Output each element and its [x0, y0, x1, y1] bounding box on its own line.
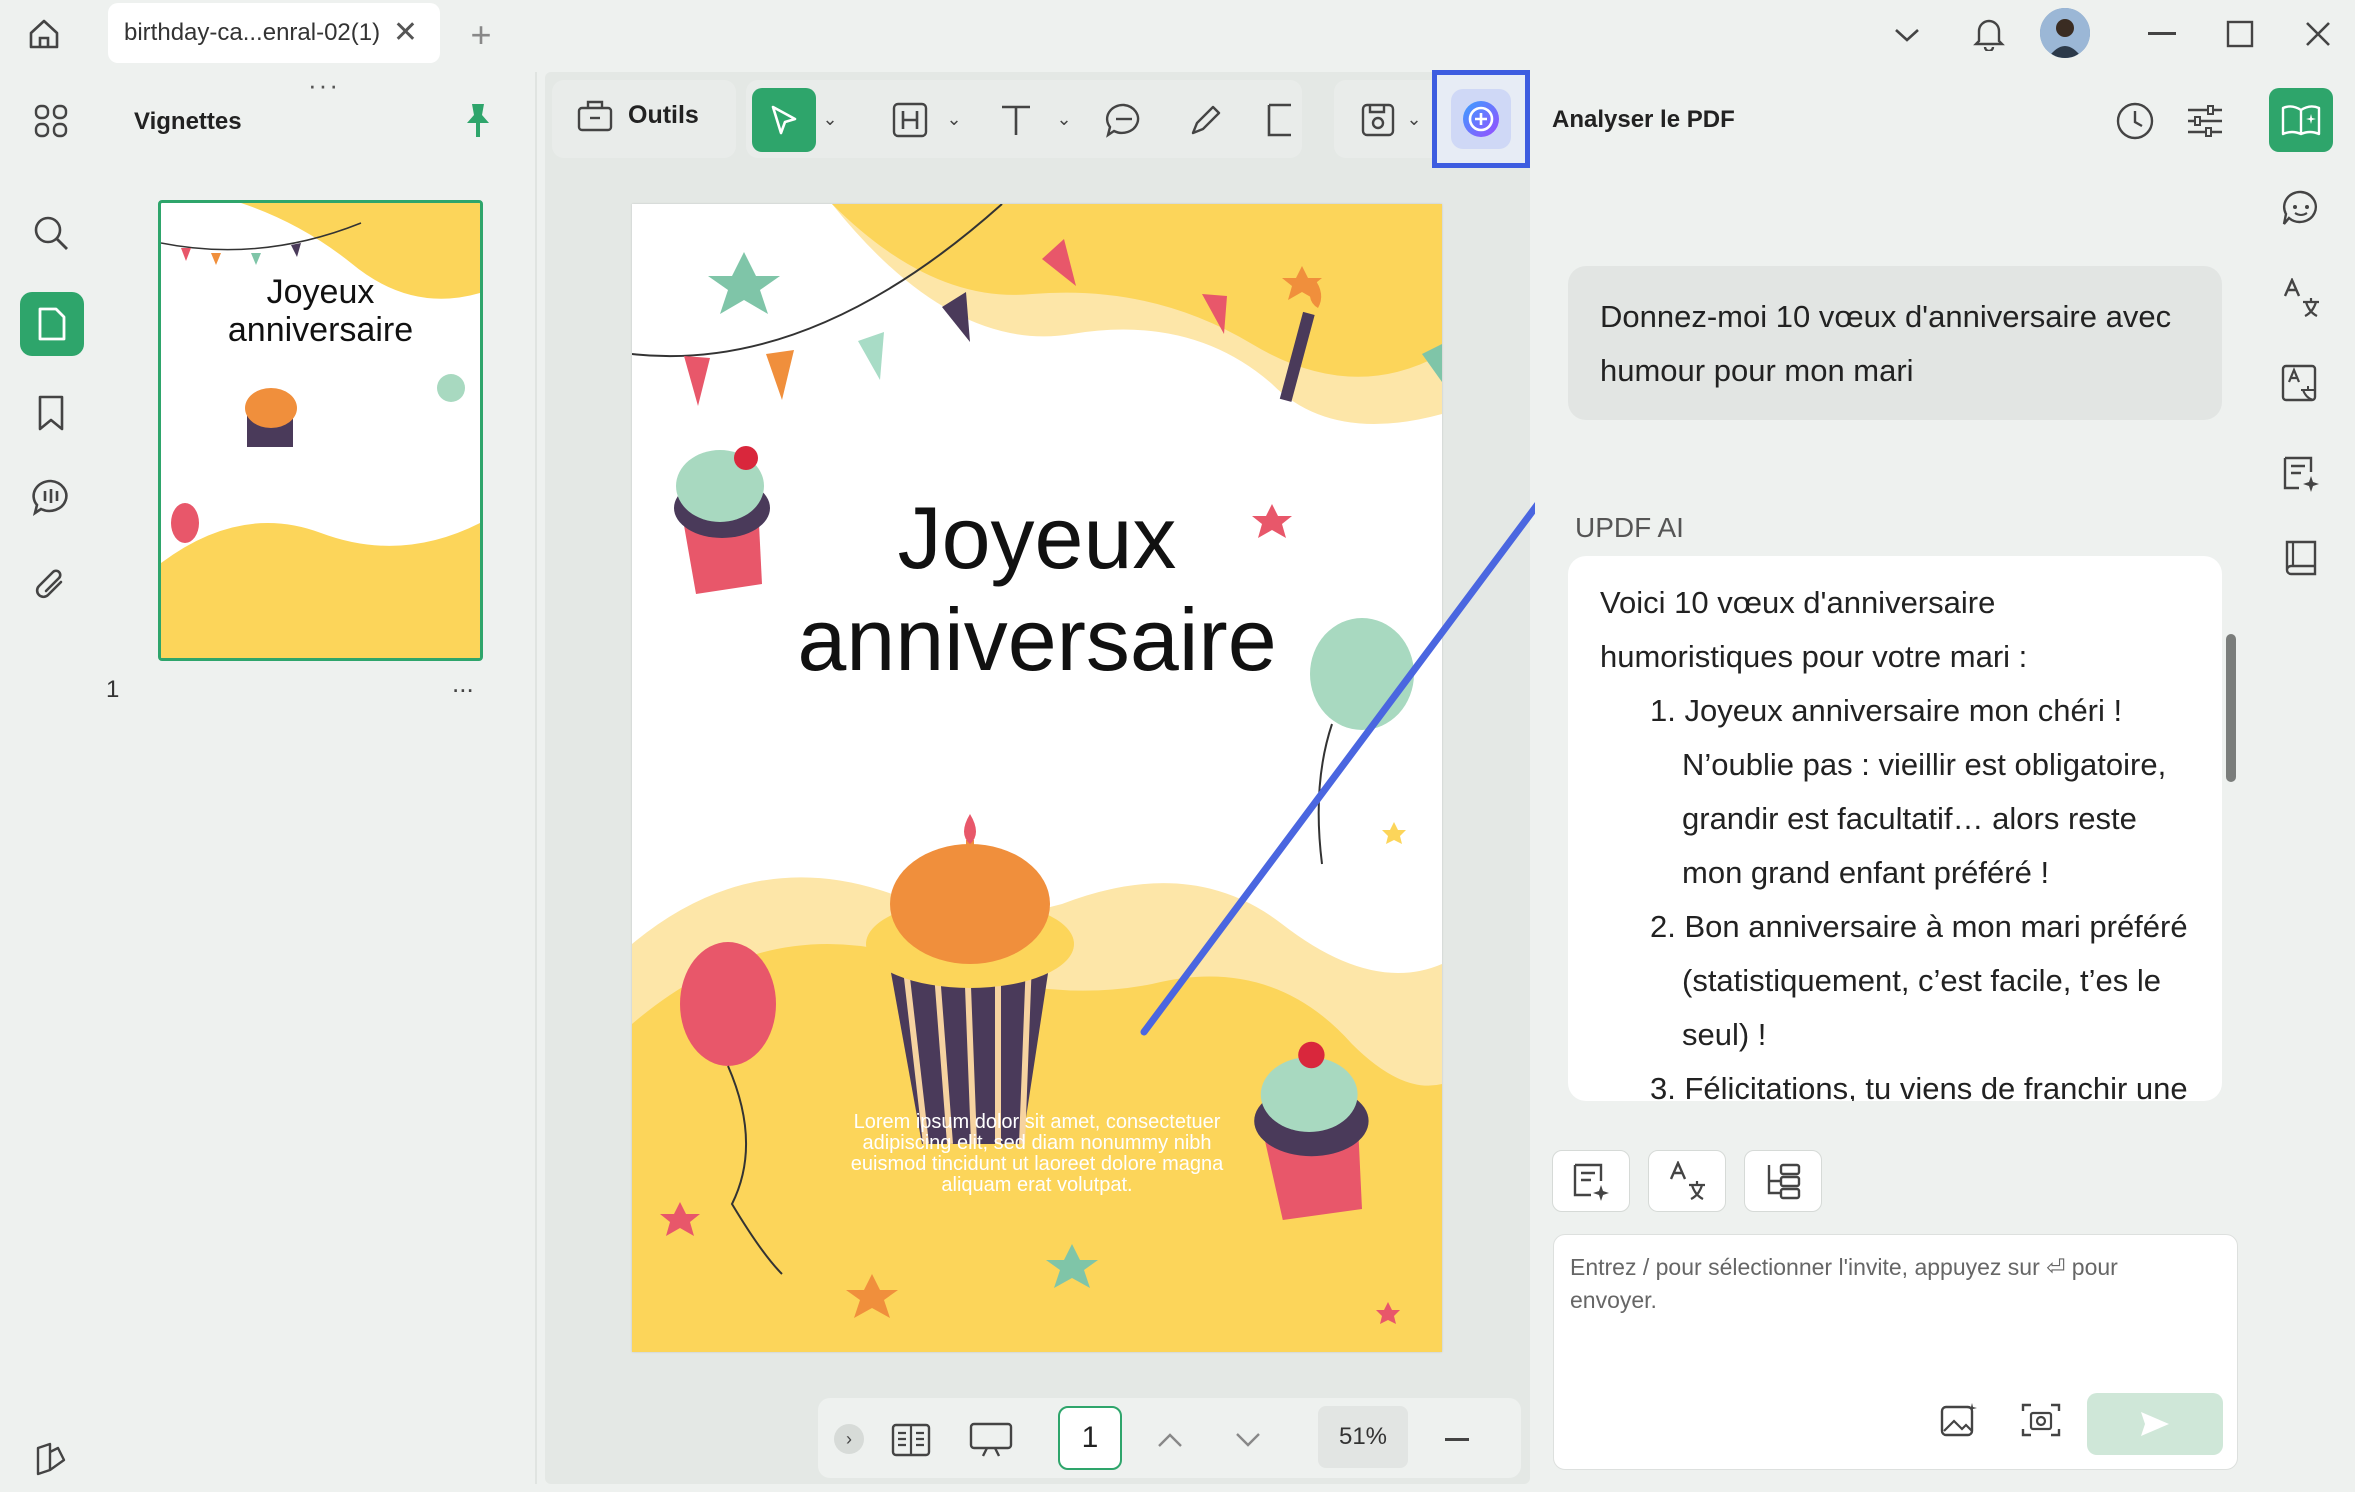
- panel-title: Vignettes: [134, 108, 242, 135]
- assistant-response: Voici 10 vœux d'anniversaire humoristiqu…: [1568, 556, 2222, 1101]
- pin-icon[interactable]: [458, 98, 498, 142]
- image-upload-icon[interactable]: [1934, 1395, 1984, 1445]
- shape-tool-icon[interactable]: [1256, 96, 1304, 144]
- explain-icon: [1767, 1163, 1801, 1200]
- ocr-translate-icon[interactable]: [2275, 358, 2327, 410]
- grid-icon[interactable]: [26, 96, 76, 146]
- save-icon[interactable]: [1354, 96, 1402, 144]
- scrollbar[interactable]: [2226, 634, 2236, 782]
- screenshot-icon[interactable]: [2016, 1395, 2066, 1445]
- summarize-icon: [1573, 1163, 1609, 1201]
- prompt-placeholder: Entrez / pour sélectionner l'invite, app…: [1570, 1254, 2118, 1313]
- highlight-tool-icon[interactable]: [886, 96, 934, 144]
- reader-book-icon[interactable]: [2275, 532, 2327, 584]
- send-button[interactable]: [2087, 1393, 2223, 1455]
- left-rail: [0, 68, 100, 1492]
- page-icon[interactable]: [20, 292, 84, 356]
- thumbnail-panel: ··· Vignettes Joyeux anniversaire 1 ...: [100, 70, 537, 1484]
- settings-sliders-icon[interactable]: [2180, 96, 2230, 146]
- wishes-list: 1. Joyeux anniversaire mon chéri ! N’oub…: [1600, 684, 2190, 1101]
- card-title-line2: anniversaire: [797, 590, 1277, 689]
- new-tab-icon[interactable]: +: [458, 12, 504, 58]
- translate-icon: [1669, 1161, 1705, 1200]
- translate-icon[interactable]: [2275, 272, 2327, 324]
- ai-panel-title: Analyser le PDF: [1552, 106, 1735, 133]
- ai-assistant-icon: [1451, 89, 1511, 149]
- list-item: 3. Félicitations, tu viens de franchir u…: [1650, 1071, 2188, 1101]
- list-item: 1. Joyeux anniversaire mon chéri ! N’oub…: [1650, 693, 2167, 890]
- thumbnail-page-number: 1: [106, 676, 120, 703]
- title-bar: birthday-ca...enral-02(1) ✕ +: [0, 0, 2355, 68]
- tab-title: birthday-ca...enral-02(1): [124, 19, 381, 46]
- bookmark-icon[interactable]: [26, 388, 76, 438]
- send-icon: [2141, 1412, 2169, 1436]
- assistant-intro: Voici 10 vœux d'anniversaire humoristiqu…: [1600, 585, 2028, 674]
- explain-button[interactable]: [1744, 1150, 1822, 1212]
- chevron-down-icon[interactable]: ⌄: [942, 104, 966, 134]
- expand-arrow-icon[interactable]: ›: [834, 1424, 864, 1454]
- page-layout-icon[interactable]: [888, 1418, 934, 1462]
- attachment-icon[interactable]: [26, 560, 76, 610]
- select-tool-button[interactable]: [752, 88, 816, 152]
- comment-icon[interactable]: [26, 472, 76, 522]
- presentation-icon[interactable]: [966, 1418, 1016, 1462]
- page-thumbnail[interactable]: Joyeux anniversaire: [158, 200, 483, 661]
- chevron-down-icon[interactable]: ⌄: [1052, 104, 1076, 134]
- drag-handle[interactable]: ···: [308, 70, 340, 101]
- chevron-down-icon[interactable]: ⌄: [1404, 104, 1424, 134]
- chevron-down-icon[interactable]: [1884, 12, 1930, 58]
- thumbnail-title-line2: anniversaire: [227, 311, 414, 349]
- page-number-input[interactable]: 1: [1058, 1406, 1122, 1470]
- avatar[interactable]: [2040, 8, 2090, 58]
- comment-tool-icon[interactable]: [1100, 96, 1148, 144]
- bell-icon[interactable]: [1964, 8, 2014, 58]
- chevron-down-icon[interactable]: ⌄: [818, 104, 842, 134]
- list-item: 2. Bon anniversaire à mon mari préféré (…: [1650, 909, 2188, 1052]
- layers-icon[interactable]: [26, 1434, 76, 1484]
- summarize-button[interactable]: [1552, 1150, 1630, 1212]
- ai-assistant-button-highlight[interactable]: [1432, 70, 1530, 168]
- next-page-icon[interactable]: [1228, 1420, 1268, 1460]
- minimize-icon[interactable]: [2140, 12, 2184, 56]
- cursor-icon: [771, 105, 797, 135]
- thumbnail-title-line1: Joyeux: [266, 273, 375, 311]
- card-body-text: Lorem ipsum dolor sit amet, consectetuer…: [850, 1111, 1224, 1196]
- toolbox-icon: [577, 100, 613, 132]
- card-title-line1: Joyeux: [897, 488, 1177, 587]
- translate-button[interactable]: [1648, 1150, 1726, 1212]
- ai-chat-pdf-icon[interactable]: [2269, 88, 2333, 152]
- right-rail: [2255, 68, 2355, 1492]
- document-tab[interactable]: birthday-ca...enral-02(1) ✕: [108, 3, 440, 63]
- pdf-page[interactable]: Joyeux anniversaire Lorem ipsum dolor si…: [632, 204, 1442, 1352]
- history-icon[interactable]: [2110, 96, 2160, 146]
- maximize-icon[interactable]: [2218, 12, 2262, 56]
- tools-label: Outils: [628, 100, 699, 129]
- tools-button[interactable]: Outils: [576, 96, 699, 134]
- zoom-out-icon[interactable]: [1436, 1420, 1480, 1460]
- ai-chat-icon[interactable]: [2275, 182, 2327, 234]
- close-tab-icon[interactable]: ✕: [393, 15, 418, 50]
- close-icon[interactable]: [2296, 12, 2340, 56]
- previous-page-icon[interactable]: [1150, 1420, 1190, 1460]
- zoom-level[interactable]: 51%: [1318, 1406, 1408, 1468]
- search-icon[interactable]: [26, 208, 76, 258]
- assistant-name: UPDF AI: [1575, 512, 1684, 543]
- text-tool-icon[interactable]: [992, 96, 1040, 144]
- home-icon[interactable]: [18, 8, 70, 60]
- pen-tool-icon[interactable]: [1182, 96, 1230, 144]
- thumbnail-more-button[interactable]: ...: [452, 668, 474, 699]
- ai-summary-icon[interactable]: [2275, 448, 2327, 500]
- user-message: Donnez-moi 10 vœux d'anniversaire avec h…: [1568, 266, 2222, 420]
- prompt-input[interactable]: Entrez / pour sélectionner l'invite, app…: [1553, 1234, 2238, 1470]
